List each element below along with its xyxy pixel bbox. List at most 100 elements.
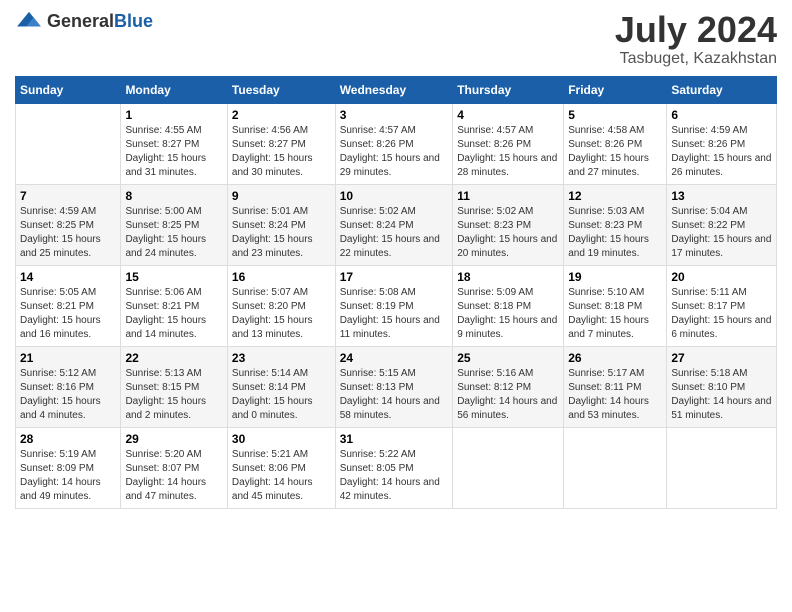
header-friday: Friday: [564, 76, 667, 103]
calendar-week-2: 14 Sunrise: 5:05 AMSunset: 8:21 PMDayligh…: [16, 265, 777, 346]
calendar-cell: 19Sunrise: 5:10 AMSunset: 8:18 PMDayligh…: [564, 265, 667, 346]
day-number: 13: [671, 189, 772, 203]
calendar-cell: 17 Sunrise: 5:08 AMSunset: 8:19 PMDayligh…: [335, 265, 453, 346]
calendar-week-0: 1 Sunrise: 4:55 AMSunset: 8:27 PMDaylight…: [16, 103, 777, 184]
day-number: 10: [340, 189, 449, 203]
day-info: Sunrise: 5:07 AMSunset: 8:20 PMDaylight:…: [232, 286, 331, 342]
day-info: Sunrise: 5:03 AMSunset: 8:23 PMDaylight:…: [568, 205, 662, 261]
day-number: 25: [457, 351, 559, 365]
logo: GeneralBlue: [15, 10, 153, 32]
day-info: Sunrise: 5:17 AMSunset: 8:11 PMDaylight:…: [568, 367, 662, 423]
header-wednesday: Wednesday: [335, 76, 453, 103]
day-number: 2: [232, 108, 331, 122]
day-info: Sunrise: 4:55 AMSunset: 8:27 PMDaylight:…: [125, 124, 222, 180]
day-number: 14: [20, 270, 116, 284]
calendar-cell: 23 Sunrise: 5:14 AMSunset: 8:14 PMDayligh…: [227, 346, 335, 427]
calendar-cell: [453, 427, 564, 508]
calendar-cell: 4 Sunrise: 4:57 AMSunset: 8:26 PMDaylight…: [453, 103, 564, 184]
day-number: 24: [340, 351, 449, 365]
day-info: Sunrise: 5:15 AMSunset: 8:13 PMDaylight:…: [340, 367, 449, 423]
header-tuesday: Tuesday: [227, 76, 335, 103]
day-number: 20: [671, 270, 772, 284]
calendar-cell: 10 Sunrise: 5:02 AMSunset: 8:24 PMDayligh…: [335, 184, 453, 265]
calendar-cell: 9Sunrise: 5:01 AMSunset: 8:24 PMDaylight…: [227, 184, 335, 265]
day-number: 19: [568, 270, 662, 284]
day-info: Sunrise: 5:16 AMSunset: 8:12 PMDaylight:…: [457, 367, 559, 423]
day-number: 12: [568, 189, 662, 203]
day-number: 26: [568, 351, 662, 365]
calendar-header: SundayMondayTuesdayWednesdayThursdayFrid…: [16, 76, 777, 103]
logo-blue: Blue: [114, 11, 153, 31]
day-number: 18: [457, 270, 559, 284]
calendar-cell: 6 Sunrise: 4:59 AMSunset: 8:26 PMDaylight…: [667, 103, 777, 184]
calendar-cell: 25 Sunrise: 5:16 AMSunset: 8:12 PMDayligh…: [453, 346, 564, 427]
calendar-cell: 22Sunrise: 5:13 AMSunset: 8:15 PMDayligh…: [121, 346, 227, 427]
day-info: Sunrise: 4:59 AMSunset: 8:26 PMDaylight:…: [671, 124, 772, 180]
calendar-cell: 30 Sunrise: 5:21 AMSunset: 8:06 PMDayligh…: [227, 427, 335, 508]
day-number: 5: [568, 108, 662, 122]
day-info: Sunrise: 5:12 AMSunset: 8:16 PMDaylight:…: [20, 367, 116, 423]
calendar-cell: 31Sunrise: 5:22 AMSunset: 8:05 PMDayligh…: [335, 427, 453, 508]
calendar-cell: 26 Sunrise: 5:17 AMSunset: 8:11 PMDayligh…: [564, 346, 667, 427]
calendar-cell: 13Sunrise: 5:04 AMSunset: 8:22 PMDayligh…: [667, 184, 777, 265]
calendar-table: SundayMondayTuesdayWednesdayThursdayFrid…: [15, 76, 777, 509]
day-info: Sunrise: 5:14 AMSunset: 8:14 PMDaylight:…: [232, 367, 331, 423]
day-info: Sunrise: 4:57 AMSunset: 8:26 PMDaylight:…: [340, 124, 449, 180]
day-number: 27: [671, 351, 772, 365]
header-monday: Monday: [121, 76, 227, 103]
day-number: 17: [340, 270, 449, 284]
day-number: 31: [340, 432, 449, 446]
day-info: Sunrise: 4:57 AMSunset: 8:26 PMDaylight:…: [457, 124, 559, 180]
day-number: 23: [232, 351, 331, 365]
day-info: Sunrise: 5:11 AMSunset: 8:17 PMDaylight:…: [671, 286, 772, 342]
day-number: 7: [20, 189, 116, 203]
calendar-cell: 8Sunrise: 5:00 AMSunset: 8:25 PMDaylight…: [121, 184, 227, 265]
day-number: 22: [125, 351, 222, 365]
header-saturday: Saturday: [667, 76, 777, 103]
calendar-cell: 28 Sunrise: 5:19 AMSunset: 8:09 PMDayligh…: [16, 427, 121, 508]
day-info: Sunrise: 5:20 AMSunset: 8:07 PMDaylight:…: [125, 448, 222, 504]
day-info: Sunrise: 5:02 AMSunset: 8:24 PMDaylight:…: [340, 205, 449, 261]
day-number: 1: [125, 108, 222, 122]
day-number: 15: [125, 270, 222, 284]
day-number: 11: [457, 189, 559, 203]
day-number: 28: [20, 432, 116, 446]
calendar-cell: 11Sunrise: 5:02 AMSunset: 8:23 PMDayligh…: [453, 184, 564, 265]
calendar-week-1: 7Sunrise: 4:59 AMSunset: 8:25 PMDaylight…: [16, 184, 777, 265]
calendar-week-4: 28 Sunrise: 5:19 AMSunset: 8:09 PMDayligh…: [16, 427, 777, 508]
day-info: Sunrise: 5:06 AMSunset: 8:21 PMDaylight:…: [125, 286, 222, 342]
day-number: 16: [232, 270, 331, 284]
calendar-cell: 27Sunrise: 5:18 AMSunset: 8:10 PMDayligh…: [667, 346, 777, 427]
day-info: Sunrise: 5:19 AMSunset: 8:09 PMDaylight:…: [20, 448, 116, 504]
calendar-cell: [16, 103, 121, 184]
calendar-week-3: 21Sunrise: 5:12 AMSunset: 8:16 PMDayligh…: [16, 346, 777, 427]
calendar-cell: 1 Sunrise: 4:55 AMSunset: 8:27 PMDaylight…: [121, 103, 227, 184]
day-number: 4: [457, 108, 559, 122]
day-info: Sunrise: 5:05 AMSunset: 8:21 PMDaylight:…: [20, 286, 116, 342]
day-info: Sunrise: 5:21 AMSunset: 8:06 PMDaylight:…: [232, 448, 331, 504]
calendar-cell: 14 Sunrise: 5:05 AMSunset: 8:21 PMDayligh…: [16, 265, 121, 346]
logo-general: General: [47, 11, 114, 31]
day-number: 6: [671, 108, 772, 122]
calendar-cell: 7Sunrise: 4:59 AMSunset: 8:25 PMDaylight…: [16, 184, 121, 265]
day-info: Sunrise: 5:09 AMSunset: 8:18 PMDaylight:…: [457, 286, 559, 342]
calendar-cell: 2Sunrise: 4:56 AMSunset: 8:27 PMDaylight…: [227, 103, 335, 184]
calendar-cell: 3 Sunrise: 4:57 AMSunset: 8:26 PMDaylight…: [335, 103, 453, 184]
header-thursday: Thursday: [453, 76, 564, 103]
calendar-cell: [564, 427, 667, 508]
day-number: 3: [340, 108, 449, 122]
calendar-cell: 15 Sunrise: 5:06 AMSunset: 8:21 PMDayligh…: [121, 265, 227, 346]
calendar-cell: 29 Sunrise: 5:20 AMSunset: 8:07 PMDayligh…: [121, 427, 227, 508]
subtitle: Tasbuget, Kazakhstan: [615, 50, 777, 68]
calendar-cell: 24 Sunrise: 5:15 AMSunset: 8:13 PMDayligh…: [335, 346, 453, 427]
day-info: Sunrise: 4:58 AMSunset: 8:26 PMDaylight:…: [568, 124, 662, 180]
day-number: 8: [125, 189, 222, 203]
calendar-body: 1 Sunrise: 4:55 AMSunset: 8:27 PMDaylight…: [16, 103, 777, 508]
day-info: Sunrise: 5:01 AMSunset: 8:24 PMDaylight:…: [232, 205, 331, 261]
calendar-cell: 12 Sunrise: 5:03 AMSunset: 8:23 PMDayligh…: [564, 184, 667, 265]
header-sunday: Sunday: [16, 76, 121, 103]
day-number: 30: [232, 432, 331, 446]
day-info: Sunrise: 5:08 AMSunset: 8:19 PMDaylight:…: [340, 286, 449, 342]
day-number: 29: [125, 432, 222, 446]
main-title: July 2024: [615, 10, 777, 50]
